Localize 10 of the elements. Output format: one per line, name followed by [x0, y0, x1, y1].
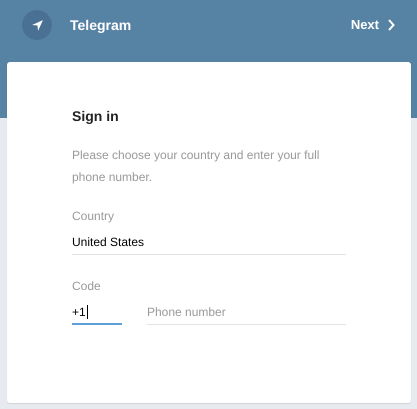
- country-field[interactable]: United States: [72, 231, 346, 255]
- code-field[interactable]: +1: [72, 301, 122, 325]
- chevron-right-icon: [387, 19, 395, 31]
- logo-icon: [22, 10, 52, 40]
- description-text: Please choose your country and enter your full phone number.: [72, 147, 320, 186]
- country-label: Country: [72, 208, 116, 225]
- card-title: Sign in: [72, 107, 120, 126]
- app-title: Telegram: [70, 16, 132, 35]
- next-button[interactable]: Next: [346, 15, 399, 35]
- code-label: Code: [72, 278, 102, 295]
